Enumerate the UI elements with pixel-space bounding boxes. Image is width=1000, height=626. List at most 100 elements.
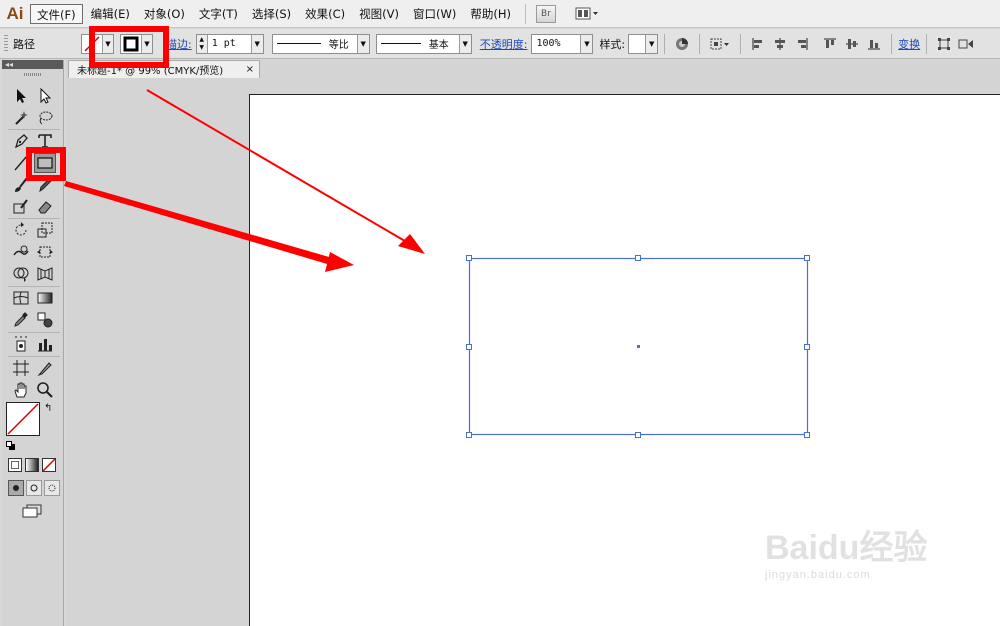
fill-color-swatch[interactable]	[6, 402, 40, 436]
line-segment-tool[interactable]	[10, 153, 32, 173]
symbol-sprayer-tool[interactable]	[10, 334, 32, 354]
fill-swatch-dropdown[interactable]: ▼	[81, 33, 114, 54]
app-logo: Ai	[6, 3, 24, 23]
isolate-button[interactable]	[957, 35, 975, 53]
brush-definition-dropdown[interactable]: 基本 ▼	[375, 33, 472, 54]
symbol-sprayer-icon	[15, 336, 27, 352]
mesh-tool[interactable]	[10, 288, 32, 308]
warp-tool[interactable]	[10, 242, 32, 262]
gradient-tool[interactable]	[34, 288, 56, 308]
screen-mode-icon	[22, 504, 42, 518]
opacity-field[interactable]: 100% ▼	[531, 33, 594, 54]
align-horizontal-center-icon	[775, 37, 786, 50]
control-bar-grip[interactable]	[4, 34, 8, 53]
shape-builder-tool[interactable]	[10, 264, 32, 284]
direct-selection-tool[interactable]	[34, 86, 56, 106]
align-left-button[interactable]	[749, 35, 767, 53]
chevron-down-icon: ▼	[580, 34, 593, 53]
stroke-weight-value: 1 pt	[211, 38, 236, 49]
stroke-black-swatch	[121, 35, 141, 53]
menu-view[interactable]: 视图(V)	[353, 4, 405, 24]
free-transform-tool[interactable]	[34, 242, 56, 262]
stroke-weight-field[interactable]: ▲ ▼ 1 pt ▼	[195, 33, 264, 54]
menu-help[interactable]: 帮助(H)	[464, 4, 517, 24]
align-bottom-button[interactable]	[865, 35, 883, 53]
align-bottom-icon	[868, 39, 881, 49]
align-hcenter-button[interactable]	[771, 35, 789, 53]
align-vcenter-button[interactable]	[843, 35, 861, 53]
menu-edit[interactable]: 编辑(E)	[85, 4, 136, 24]
zoom-tool[interactable]	[34, 380, 56, 400]
blob-brush-tool[interactable]	[10, 197, 32, 217]
magic-wand-tool[interactable]	[10, 108, 32, 128]
align-left-icon	[752, 37, 763, 50]
menu-select[interactable]: 选择(S)	[246, 4, 297, 24]
transform-panel-link[interactable]: 变换	[898, 36, 920, 52]
watermark-text: Baidu经验	[765, 529, 928, 567]
divider	[740, 33, 742, 54]
scale-icon	[37, 222, 53, 238]
align-to-selection-icon	[710, 38, 730, 49]
type-tool[interactable]	[34, 131, 56, 151]
menu-type[interactable]: 文字(T)	[193, 4, 244, 24]
pen-tool[interactable]	[10, 131, 32, 151]
tools-panel-grip[interactable]	[2, 69, 63, 79]
gradient-button[interactable]	[25, 458, 39, 472]
arrange-documents-button[interactable]	[574, 5, 600, 23]
eraser-tool[interactable]	[34, 197, 56, 217]
artboard-tool[interactable]	[10, 358, 32, 378]
close-icon[interactable]: ×	[246, 64, 254, 75]
stroke-swatch-dropdown[interactable]: ▼	[120, 33, 153, 54]
align-to-button[interactable]	[708, 35, 732, 53]
variable-width-profile-dropdown[interactable]: 等比 ▼	[271, 33, 370, 54]
blob-brush-icon	[13, 199, 28, 214]
perspective-grid-tool[interactable]	[34, 264, 56, 284]
lasso-tool[interactable]	[34, 108, 56, 128]
graphic-style-dropdown[interactable]: ▼	[628, 33, 659, 54]
tools-panel-collapse[interactable]: ◂◂	[2, 60, 63, 69]
slice-tool[interactable]	[34, 358, 56, 378]
draw-normal-icon[interactable]	[8, 480, 24, 496]
color-button[interactable]	[8, 458, 22, 472]
divider	[891, 33, 893, 54]
default-fill-stroke-icon[interactable]	[6, 440, 16, 450]
menu-window[interactable]: 窗口(W)	[407, 4, 462, 24]
profile-preview	[276, 43, 321, 44]
selection-tool[interactable]	[10, 86, 32, 106]
bridge-button[interactable]: Br	[535, 4, 556, 23]
draw-behind-icon[interactable]	[26, 480, 42, 496]
document-tab[interactable]: 未标题-1* @ 99% (CMYK/预览) ×	[68, 60, 260, 78]
document-tab-title: 未标题-1* @ 99% (CMYK/预览)	[77, 66, 224, 77]
rectangle-tool[interactable]	[34, 153, 56, 173]
screen-mode-button[interactable]	[21, 504, 43, 518]
rotate-tool[interactable]	[10, 220, 32, 240]
menu-object[interactable]: 对象(O)	[138, 4, 191, 24]
stroke-weight-spinner[interactable]: ▲ ▼	[196, 34, 208, 53]
menu-file[interactable]: 文件(F)	[30, 3, 83, 24]
align-right-button[interactable]	[793, 35, 811, 53]
recolor-artwork-button[interactable]	[673, 35, 691, 53]
align-top-button[interactable]	[821, 35, 839, 53]
bar-graph-icon	[38, 339, 52, 352]
scale-tool[interactable]	[34, 220, 56, 240]
swap-fill-stroke-icon[interactable]: ↰	[44, 403, 52, 414]
opacity-panel-link[interactable]: 不透明度:	[480, 36, 528, 52]
pencil-tool[interactable]	[34, 175, 56, 195]
blend-tool[interactable]	[34, 310, 56, 330]
none-button[interactable]	[42, 458, 56, 472]
draw-inside-icon[interactable]	[44, 480, 60, 496]
gradient-icon	[37, 292, 53, 304]
eyedropper-tool[interactable]	[10, 310, 32, 330]
none-color-icon	[7, 403, 39, 435]
hand-tool[interactable]	[10, 380, 32, 400]
brush-label: 基本	[428, 40, 449, 51]
chevron-down-icon: ▼	[645, 34, 658, 53]
transform-each-button[interactable]	[935, 35, 953, 53]
mesh-icon	[13, 291, 29, 305]
menu-effect[interactable]: 效果(C)	[299, 4, 351, 24]
paintbrush-tool[interactable]	[10, 175, 32, 195]
column-graph-tool[interactable]	[34, 334, 56, 354]
fill-none-swatch	[82, 35, 102, 53]
stroke-panel-link[interactable]: 描边:	[166, 36, 192, 52]
artboard-icon	[13, 360, 29, 376]
